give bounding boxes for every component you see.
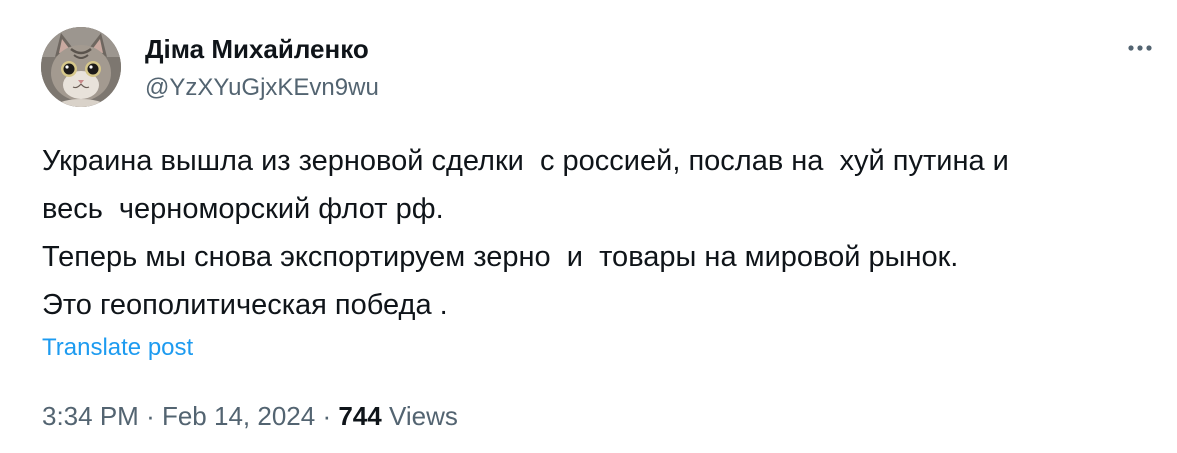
post-date[interactable]: Feb 14, 2024 [162, 401, 315, 431]
tweet-card: Діма Михайленко @YzXYuGjxKEvn9wu Украина… [0, 0, 1177, 453]
cat-avatar-icon [41, 27, 121, 107]
author-handle[interactable]: @YzXYuGjxKEvn9wu [145, 72, 379, 104]
meta-separator: · [322, 401, 332, 431]
tweet-text: Украина вышла из зерновой сделки с росси… [42, 137, 1152, 329]
translate-post-link[interactable]: Translate post [42, 332, 193, 364]
tweet-text-line: Теперь мы снова экспортируем зерно и тов… [42, 241, 959, 273]
tweet-text-line: Украина вышла из зерновой сделки с росси… [42, 145, 1009, 177]
views-label: Views [388, 401, 458, 431]
tweet-meta: 3:34 PM · Feb 14, 2024 · 744 Views [42, 398, 458, 434]
author-display-name[interactable]: Діма Михайленко [145, 33, 369, 65]
tweet-text-line: Это геополитическая победа . [42, 289, 448, 321]
tweet-text-line: весь черноморский флот рф. [42, 193, 444, 225]
post-time[interactable]: 3:34 PM [42, 401, 139, 431]
more-options-button[interactable] [1120, 30, 1160, 66]
avatar[interactable] [41, 27, 121, 107]
meta-separator: · [146, 401, 155, 431]
views-count: 744 [338, 401, 382, 431]
more-horizontal-icon [1128, 45, 1152, 51]
